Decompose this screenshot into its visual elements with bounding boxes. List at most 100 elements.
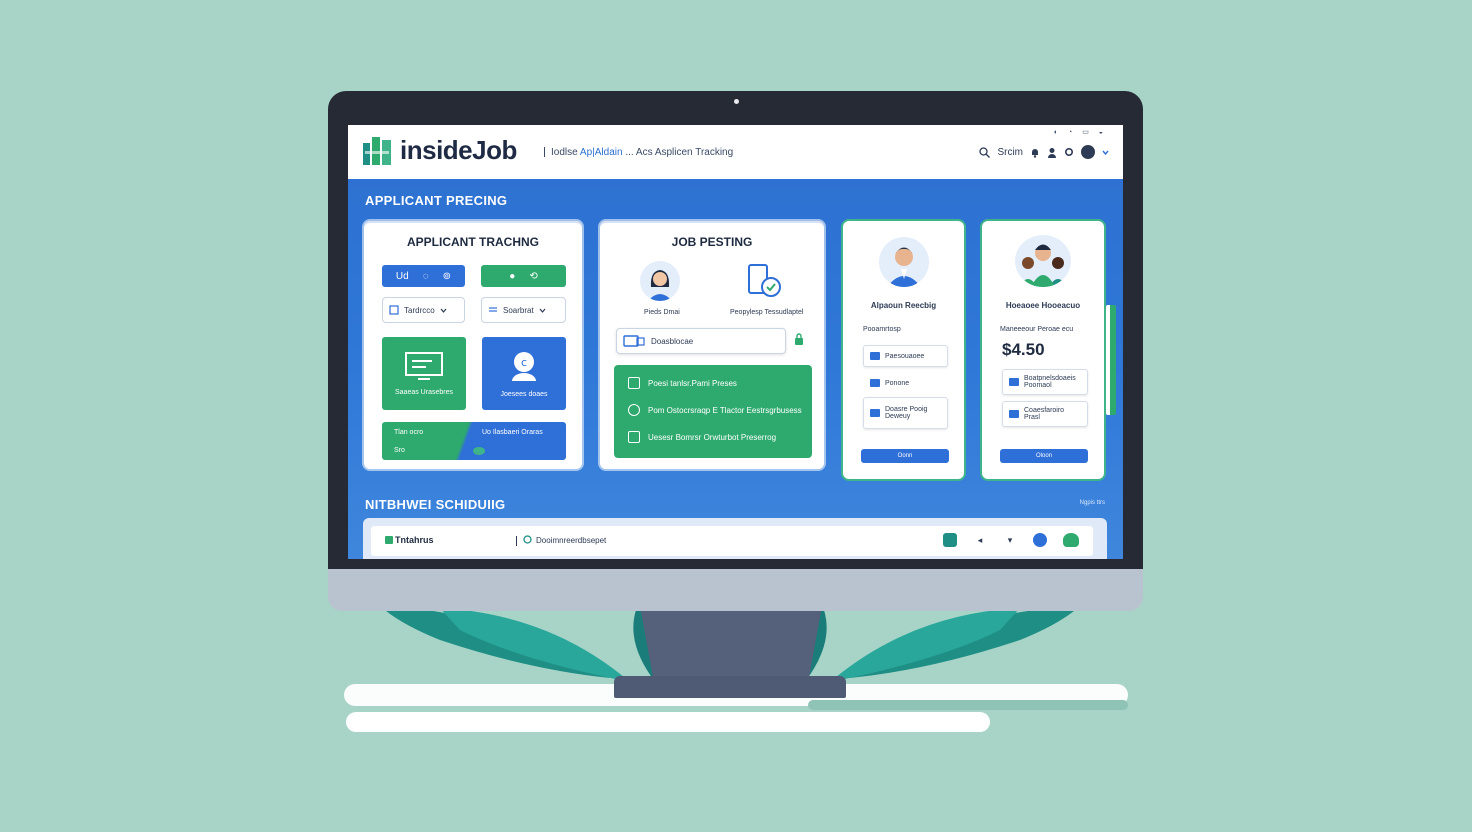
calendar-icon xyxy=(628,377,640,389)
posting-row[interactable]: Pom Ostocrsraqp E Tlactor Eestrsgrbusess xyxy=(628,404,802,416)
profile-field[interactable]: Paesouaoee xyxy=(863,345,948,367)
profile-avatar xyxy=(879,237,929,287)
brand-label: Tntahrus xyxy=(395,535,434,545)
profile-action-button[interactable]: Oonn xyxy=(861,449,949,463)
filter-pill-blue[interactable]: Ud ◌ ⊚ xyxy=(382,265,465,287)
filter-select-left[interactable]: Tardrcco xyxy=(382,297,465,323)
field-value: Doasre Pooig Deweuy xyxy=(885,406,928,420)
header-mini-icons[interactable]: ◐ ◔ ▭ ◒ xyxy=(1054,128,1107,136)
search-divider xyxy=(516,535,517,546)
status-split-bar[interactable]: Tlan ocro Sro Uo Ilasbaeri Oraras xyxy=(382,422,566,460)
pricing-field[interactable]: Coaesfaroiro Prasl xyxy=(1002,401,1088,427)
document-icon xyxy=(389,305,399,315)
header-actions: Srcim xyxy=(979,145,1109,159)
brand-icon xyxy=(385,536,393,544)
list-icon xyxy=(489,307,497,312)
phone-icon xyxy=(870,379,880,387)
clock-icon xyxy=(628,404,640,416)
calendar-icon[interactable] xyxy=(943,533,957,547)
search-icon[interactable] xyxy=(979,146,991,158)
arrow-left-icon[interactable]: ◂ xyxy=(973,533,987,547)
card-icon xyxy=(1009,378,1019,386)
chevron-down-icon xyxy=(539,308,546,313)
card-title: APPLICANT TRACHNG xyxy=(407,235,539,249)
monitor-chin xyxy=(328,569,1143,611)
folder-icon xyxy=(623,335,645,347)
document-caption: Peopylesp Tessudlaptel xyxy=(730,309,804,316)
monitor-stand-neck xyxy=(640,606,822,686)
profile-field[interactable]: Doasre Pooig Deweuy xyxy=(863,397,948,429)
chevron-down-icon xyxy=(440,308,447,313)
schedule-brand[interactable]: Tntahrus xyxy=(385,535,434,545)
posting-actions-panel: Poesi tanlsr.Pami Preses Pom Ostocrsraqp… xyxy=(614,365,812,458)
filter-select-right[interactable]: Soarbrat xyxy=(481,297,566,323)
field-value: Coaesfaroiro Prasl xyxy=(1024,407,1065,421)
interview-schedule-panel: Tntahrus Dooimnreerdbsepet ◂ ▾ xyxy=(363,518,1107,559)
dot-icon: ● xyxy=(509,270,516,282)
logo-text[interactable]: insideJob xyxy=(400,135,517,166)
pricing-field[interactable]: Boatpnelsdoaeis Poomaol xyxy=(1002,369,1088,395)
pill-label: Ud xyxy=(395,270,409,282)
applicant-tracking-card: APPLICANT TRACHNG Ud ◌ ⊚ ● ⟲ Tardrcco So… xyxy=(364,221,582,469)
refresh-icon: ⟲ xyxy=(529,270,538,282)
lock-icon[interactable] xyxy=(794,333,804,345)
monitor-stand-foot xyxy=(614,676,846,698)
card-title: JOB PESTING xyxy=(671,235,753,249)
search-label[interactable]: Srcim xyxy=(997,147,1023,158)
team-avatar xyxy=(1015,235,1071,287)
pricing-heading: Hoeaoee Hooeacuo xyxy=(1005,301,1081,310)
posting-row[interactable]: Poesi tanlsr.Pami Preses xyxy=(628,377,737,389)
side-scroll-indicator[interactable] xyxy=(1106,305,1116,415)
schedule-actions: ◂ ▾ xyxy=(943,533,1079,547)
select-value: Tardrcco xyxy=(404,305,435,315)
job-posting-card: JOB PESTING Pieds Dmai Peopylesp Tessudl… xyxy=(600,221,824,469)
camera-dot xyxy=(734,99,739,104)
pricing-card: Hoeaoee Hooeacuo Maneeeour Peroae ecu $4… xyxy=(982,221,1104,479)
avatar[interactable] xyxy=(1081,145,1095,159)
row-label: Pom Ostocrsraqp E Tlactor Eestrsgrbusess xyxy=(648,405,802,415)
breadcrumb-mid: ... Acs xyxy=(625,147,653,158)
person-icon: c xyxy=(512,352,536,381)
schedule-toolbar: Tntahrus Dooimnreerdbsepet ◂ ▾ xyxy=(371,526,1093,556)
field-value: Paesouaoee xyxy=(885,352,925,360)
tile-candidates[interactable]: Saaeas Urasebres xyxy=(382,337,466,410)
price-value: $4.50 xyxy=(1002,340,1045,359)
profile-field[interactable]: Ponone xyxy=(863,373,948,393)
settings-icon[interactable] xyxy=(1064,147,1074,157)
split-right-top: Uo Ilasbaeri Oraras xyxy=(482,429,543,436)
view-all-link[interactable]: Ngpis ttrs xyxy=(1080,500,1105,506)
avatar-caption: Pieds Dmai xyxy=(644,309,680,316)
settings-icon[interactable] xyxy=(1033,533,1047,547)
profile-heading: Alpaoun Reecbig xyxy=(870,301,937,310)
job-search-input[interactable]: Doasblocae xyxy=(616,328,786,354)
monitor-icon xyxy=(405,352,443,380)
schedule-search[interactable]: Dooimnreerdbsepet xyxy=(516,535,606,546)
app-screen: insideJob Iodlse Ap|Aldain ... Acs Aspli… xyxy=(348,125,1123,559)
desk-edge xyxy=(346,712,990,732)
avatar-portrait-icon xyxy=(887,247,921,287)
arrow-down-icon[interactable]: ▾ xyxy=(1003,533,1017,547)
note-icon xyxy=(870,409,880,417)
field-value: Ponone xyxy=(885,379,910,387)
search-value: Dooimnreerdbsepet xyxy=(536,536,607,545)
tile-jobs[interactable]: c Joesees doaes xyxy=(482,337,566,410)
input-value: Doasblocae xyxy=(651,336,694,346)
breadcrumb-accent[interactable]: Ap|Aldain xyxy=(580,147,623,158)
user-icon[interactable] xyxy=(1047,147,1057,158)
filter-pill-green[interactable]: ● ⟲ xyxy=(481,265,566,287)
bell-icon[interactable] xyxy=(1030,147,1040,158)
posting-row[interactable]: Uesesr Bomrsr Orwturbot Preserrog xyxy=(628,431,776,443)
team-icon xyxy=(1019,244,1067,287)
monitor: insideJob Iodlse Ap|Aldain ... Acs Aspli… xyxy=(328,91,1143,611)
tile-label: Joesees doaes xyxy=(500,391,548,398)
chat-icon: ◌ xyxy=(422,270,429,282)
chevron-down-icon[interactable] xyxy=(1102,149,1109,156)
breadcrumb-end[interactable]: Asplicen Tracking xyxy=(655,147,733,158)
row-label: Uesesr Bomrsr Orwturbot Preserrog xyxy=(648,432,777,442)
toggle-icon: ⊚ xyxy=(442,270,452,282)
breadcrumb-start[interactable]: Iodlse xyxy=(551,147,578,158)
chat-icon[interactable] xyxy=(1063,533,1079,547)
document-chat-icon xyxy=(748,264,781,297)
pricing-action-button[interactable]: Oloon xyxy=(1000,449,1088,463)
section-title-top: APPLICANT PRECING xyxy=(365,193,508,208)
